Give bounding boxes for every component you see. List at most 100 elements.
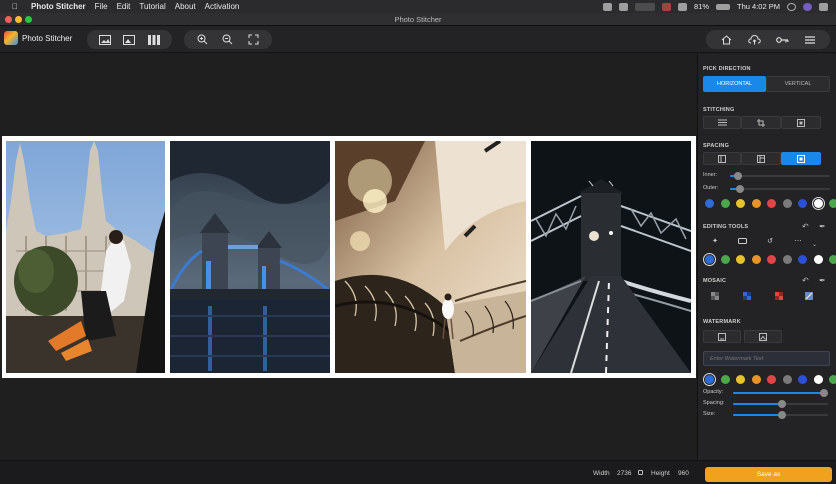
- watermark-image-button[interactable]: [744, 330, 782, 343]
- text-icon: [718, 332, 726, 341]
- color-swatch[interactable]: [720, 255, 730, 264]
- home-icon[interactable]: [719, 34, 733, 46]
- color-swatch[interactable]: [767, 255, 776, 264]
- height-value[interactable]: 960: [678, 470, 689, 477]
- color-swatch[interactable]: [720, 375, 730, 384]
- fit-screen-icon[interactable]: [246, 34, 260, 46]
- color-swatch[interactable]: [829, 199, 836, 208]
- menu-photo-stitcher[interactable]: Photo Stitcher: [31, 2, 86, 11]
- color-swatch[interactable]: [829, 255, 836, 264]
- inner-slider[interactable]: [730, 172, 830, 180]
- color-swatch[interactable]: [736, 255, 745, 264]
- color-swatch[interactable]: [782, 199, 792, 208]
- photo-tower-bridge-dusk[interactable]: [170, 141, 330, 373]
- wechat-icon[interactable]: [603, 2, 613, 11]
- color-swatch[interactable]: [782, 375, 792, 384]
- apple-icon[interactable]: : [12, 2, 22, 11]
- color-swatch[interactable]: [782, 255, 792, 264]
- color-swatch[interactable]: [767, 375, 776, 384]
- flag-icon[interactable]: [662, 2, 672, 11]
- chevron-down-icon[interactable]: ⌄: [812, 241, 817, 248]
- mosaic-pixel-button[interactable]: [703, 290, 727, 301]
- zoom-out-icon[interactable]: [221, 34, 235, 46]
- mosaic-red-button[interactable]: [767, 290, 791, 301]
- mosaic-blur-button[interactable]: [797, 290, 821, 301]
- network-graph-icon[interactable]: [635, 2, 656, 11]
- stitch-fit-button[interactable]: [781, 116, 821, 129]
- spacing-layout-button-1[interactable]: [703, 152, 741, 165]
- watermark-text-input[interactable]: [703, 351, 830, 366]
- outer-slider[interactable]: [730, 185, 830, 193]
- zoom-in-icon[interactable]: [196, 34, 210, 46]
- magic-wand-tool[interactable]: ✦: [703, 235, 727, 246]
- horizontal-button[interactable]: HORIZONTAL: [703, 76, 766, 92]
- control-center-icon[interactable]: [819, 2, 828, 11]
- watermark-spacing-slider-knob[interactable]: [778, 400, 787, 408]
- color-swatch[interactable]: [720, 199, 730, 208]
- spacing-layout-button-3[interactable]: [781, 152, 821, 165]
- photo-church[interactable]: [6, 141, 165, 373]
- color-swatch[interactable]: [705, 199, 714, 208]
- watermark-spacing-slider[interactable]: [733, 400, 828, 408]
- spacing-layout-button-2[interactable]: [741, 152, 781, 165]
- color-swatch[interactable]: [705, 255, 714, 264]
- rectangle-tool[interactable]: [730, 235, 754, 246]
- mosaic-undo-icon[interactable]: ↶: [802, 276, 809, 285]
- battery-icon[interactable]: [716, 3, 731, 10]
- key-icon[interactable]: [775, 34, 789, 46]
- more-tools[interactable]: ⋯: [786, 235, 810, 246]
- color-swatch[interactable]: [798, 375, 807, 384]
- color-swatch[interactable]: [705, 375, 714, 384]
- rotate-tool[interactable]: ↺: [758, 235, 782, 246]
- siri-icon[interactable]: [803, 2, 812, 11]
- watermark-text-button[interactable]: [703, 330, 741, 343]
- color-swatch[interactable]: [813, 199, 823, 208]
- cloud-upload-icon[interactable]: [747, 34, 761, 46]
- pen-icon[interactable]: ✒: [819, 222, 826, 231]
- mosaic-blue-button[interactable]: [735, 290, 759, 301]
- app-name: Photo Stitcher: [22, 34, 73, 43]
- columns-icon[interactable]: [147, 34, 161, 46]
- outer-slider-knob[interactable]: [736, 185, 744, 193]
- menu-edit[interactable]: Edit: [117, 2, 131, 11]
- color-swatch[interactable]: [798, 255, 807, 264]
- replace-image-icon[interactable]: [122, 34, 136, 46]
- menu-list-icon[interactable]: [803, 34, 817, 46]
- color-swatch[interactable]: [751, 375, 761, 384]
- color-swatch[interactable]: [751, 255, 761, 264]
- color-swatch[interactable]: [829, 375, 836, 384]
- color-swatch[interactable]: [813, 255, 823, 264]
- menu-file[interactable]: File: [95, 2, 108, 11]
- clock[interactable]: Thu 4:02 PM: [737, 2, 780, 11]
- color-swatch[interactable]: [736, 375, 745, 384]
- add-image-icon[interactable]: [98, 34, 112, 46]
- inner-slider-knob[interactable]: [734, 172, 742, 180]
- opacity-slider[interactable]: [733, 389, 828, 397]
- color-swatch[interactable]: [736, 199, 745, 208]
- color-swatch[interactable]: [751, 199, 761, 208]
- vertical-button[interactable]: VERTICAL: [766, 76, 830, 92]
- color-swatch[interactable]: [798, 199, 807, 208]
- size-label: Size:: [703, 411, 716, 417]
- sync-icon[interactable]: [619, 2, 629, 11]
- opacity-slider-knob[interactable]: [820, 389, 828, 397]
- menu-activation[interactable]: Activation: [205, 2, 240, 11]
- stitch-align-button[interactable]: [703, 116, 741, 129]
- search-icon[interactable]: [787, 2, 796, 11]
- stitch-crop-button[interactable]: [741, 116, 781, 129]
- menu-about[interactable]: About: [175, 2, 196, 11]
- size-slider-knob[interactable]: [778, 411, 787, 419]
- width-value[interactable]: 2736: [617, 470, 631, 477]
- wifi-icon[interactable]: [678, 2, 688, 11]
- photo-chandelier-hall[interactable]: [335, 141, 526, 373]
- save-as-button[interactable]: Save as: [705, 467, 832, 482]
- menu-tutorial[interactable]: Tutorial: [139, 2, 165, 11]
- aspect-lock-icon[interactable]: [638, 470, 643, 475]
- size-slider[interactable]: [733, 411, 828, 419]
- color-swatch[interactable]: [767, 199, 776, 208]
- photo-tower-bridge-night[interactable]: [531, 141, 691, 373]
- color-swatch[interactable]: [813, 375, 823, 384]
- align-lines-icon: [717, 119, 727, 126]
- undo-icon[interactable]: ↶: [802, 222, 809, 231]
- mosaic-pen-icon[interactable]: ✒: [819, 276, 826, 285]
